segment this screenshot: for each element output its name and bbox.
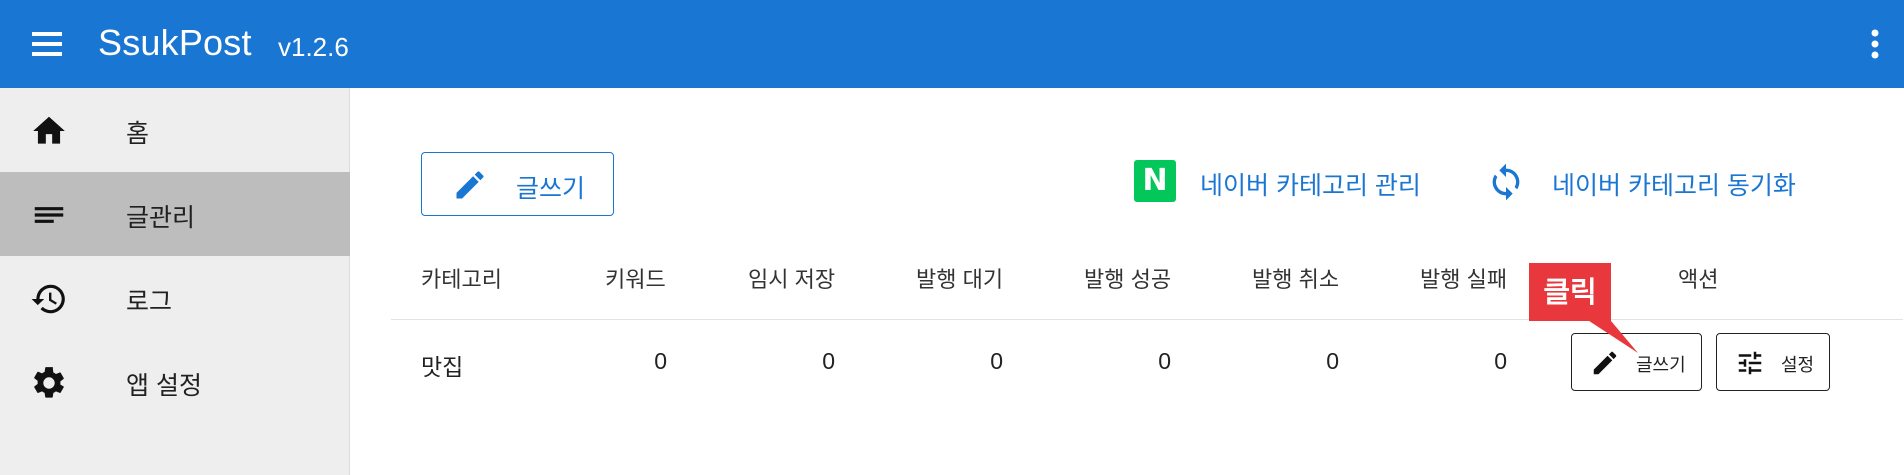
app-version: v1.2.6: [278, 32, 349, 62]
column-header-success: 발행 성공: [1084, 267, 1172, 292]
pencil-icon: [452, 167, 488, 203]
sidebar-item-post-manage[interactable]: 글관리: [0, 172, 350, 256]
sidebar-item-label: 글관리: [126, 204, 196, 232]
cell-category: 맛집: [421, 354, 464, 380]
sync-icon: [1486, 162, 1526, 202]
sidebar-item-home[interactable]: 홈: [0, 88, 350, 172]
naver-logo-icon: N: [1134, 160, 1176, 202]
sidebar-item-label: 홈: [126, 120, 150, 148]
sidebar-item-label: 앱 설정: [126, 372, 202, 400]
column-header-failed: 발행 실패: [1420, 267, 1508, 292]
row-write-label: 글쓰기: [1636, 355, 1686, 375]
naver-category-manage-button[interactable]: N 네이버 카테고리 관리: [1134, 148, 1464, 214]
sidebar-item-label: 로그: [126, 288, 173, 316]
more-vert-icon[interactable]: [1868, 28, 1882, 60]
main-content: 글쓰기 N 네이버 카테고리 관리 네이버 카테고리 동기화 카테고리 키워드 …: [351, 88, 1904, 475]
sidebar: 홈 글관리 로그 앱 설정: [0, 88, 350, 475]
cell-success: 0: [1158, 348, 1171, 374]
row-settings-button[interactable]: 설정: [1716, 333, 1830, 391]
column-header-action: 액션: [1678, 267, 1719, 292]
naver-category-sync-label: 네이버 카테고리 동기화: [1552, 172, 1796, 200]
cell-draft: 0: [822, 348, 835, 374]
cell-failed: 0: [1494, 348, 1507, 374]
write-post-label: 글쓰기: [516, 175, 586, 203]
naver-category-sync-button[interactable]: 네이버 카테고리 동기화: [1486, 148, 1876, 214]
cell-pending: 0: [990, 348, 1003, 374]
click-callout: 클릭: [1529, 263, 1611, 321]
home-icon: [30, 112, 68, 150]
gear-icon: [30, 364, 68, 402]
hamburger-menu-icon[interactable]: [30, 29, 66, 59]
list-icon: [30, 196, 68, 234]
callout-pointer: [1580, 315, 1638, 353]
column-header-category: 카테고리: [421, 267, 502, 292]
sidebar-item-app-settings[interactable]: 앱 설정: [0, 340, 350, 424]
column-header-canceled: 발행 취소: [1252, 267, 1340, 292]
tune-icon: [1735, 348, 1765, 378]
app-title: SsukPost: [98, 22, 252, 63]
write-post-button[interactable]: 글쓰기: [421, 152, 614, 216]
column-header-pending: 발행 대기: [916, 267, 1004, 292]
table-header-divider: [391, 319, 1903, 320]
cell-canceled: 0: [1326, 348, 1339, 374]
column-header-draft: 임시 저장: [748, 267, 836, 292]
row-settings-label: 설정: [1781, 355, 1815, 375]
sidebar-item-log[interactable]: 로그: [0, 256, 350, 340]
naver-category-manage-label: 네이버 카테고리 관리: [1200, 172, 1421, 200]
column-header-keyword: 키워드: [605, 267, 666, 292]
history-icon: [30, 280, 68, 318]
app-bar: SsukPost v1.2.6: [0, 0, 1904, 88]
cell-keyword: 0: [654, 348, 667, 374]
